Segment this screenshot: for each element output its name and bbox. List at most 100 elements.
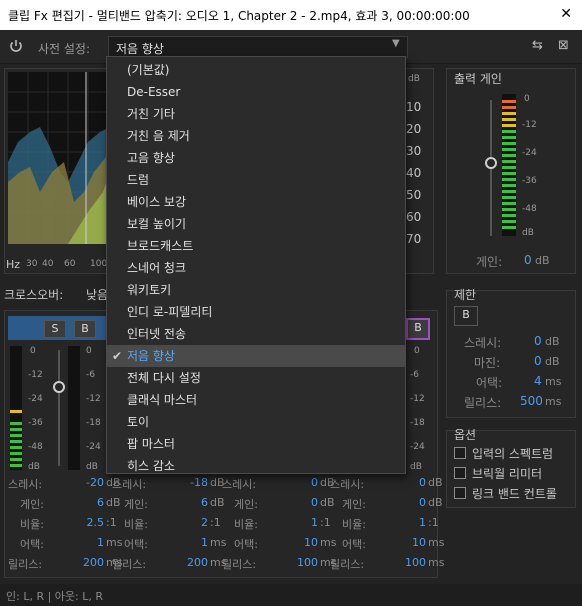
clear-icon[interactable]: ⊠ — [558, 38, 569, 53]
preset-menu-item[interactable]: 베이스 보강 — [107, 191, 405, 213]
band-1-threshold-value[interactable]: -20 — [68, 476, 104, 489]
preset-menu-item[interactable]: De-Esser — [107, 81, 405, 103]
preset-menu-item[interactable]: (기본값) — [107, 59, 405, 81]
band-3-release-value[interactable]: 100 — [282, 556, 318, 569]
output-gain-value[interactable]: 0 — [524, 253, 532, 267]
band-2-attack-unit: ms — [210, 536, 227, 549]
meter-tick: -18 — [410, 418, 425, 428]
meter-tick: -24 — [410, 442, 425, 452]
output-gain-slider[interactable] — [485, 157, 497, 169]
preset-menu-item[interactable]: 히스 감소 — [107, 455, 405, 477]
band-1-meter — [10, 346, 22, 470]
limiter-release-unit: ms — [545, 395, 562, 408]
spectrum-display — [8, 72, 110, 244]
preset-menu-item[interactable]: 전체 다시 설정 — [107, 367, 405, 389]
spectrum-input-checkbox[interactable] — [454, 447, 466, 459]
band-4-release-label: 릴리스: — [330, 558, 365, 571]
routing-icon[interactable]: ⇆ — [532, 38, 543, 53]
options-title: 옵션 — [454, 428, 477, 442]
chevron-down-icon: ▼ — [392, 38, 400, 49]
brickwall-limiter-label: 브릭월 리미터 — [472, 467, 543, 481]
preset-menu-item[interactable]: 인디 로-피델리티 — [107, 301, 405, 323]
limiter-margin-unit: dB — [545, 355, 560, 368]
band-3-threshold-value[interactable]: 0 — [282, 476, 318, 489]
band-1-threshold-slider-track — [58, 350, 60, 466]
db-tick: 10 — [406, 100, 422, 114]
preset-menu-item-label: 워키토키 — [127, 283, 172, 297]
band-4-ratio-value[interactable]: 1 — [390, 516, 426, 529]
preset-menu-item[interactable]: 거친 기타 — [107, 103, 405, 125]
band-1-solo-button[interactable]: S — [44, 320, 66, 338]
meter-tick: -6 — [410, 370, 419, 380]
limiter-title: 제한 — [454, 288, 477, 302]
preset-menu-item-label: 히스 감소 — [127, 459, 175, 473]
limiter-attack-value[interactable]: 4 — [534, 374, 542, 388]
band-1-bypass-button[interactable]: B — [74, 320, 96, 338]
db-tick: 70 — [406, 232, 422, 246]
preset-menu-item-label: 드럼 — [127, 173, 150, 187]
preset-menu-item-label: 팝 마스터 — [127, 437, 175, 451]
preset-menu-item-label: De-Esser — [127, 85, 181, 99]
meter-tick: -18 — [86, 418, 101, 428]
freq-tick: 30 — [26, 259, 38, 269]
crossover-value[interactable]: 낮음 — [86, 286, 108, 303]
preset-menu-item[interactable]: 고음 향상 — [107, 147, 405, 169]
band-1-release-value[interactable]: 200 — [68, 556, 104, 569]
close-icon[interactable]: ✕ — [560, 6, 572, 22]
band-1-attack-value[interactable]: 1 — [68, 536, 104, 549]
band-4-threshold-value[interactable]: 0 — [390, 476, 426, 489]
preset-menu-item[interactable]: 드럼 — [107, 169, 405, 191]
meter-tick: -36 — [28, 418, 43, 428]
band-1-gain-value[interactable]: 6 — [68, 496, 104, 509]
spectrum-input-label: 입력의 스펙트럼 — [472, 447, 554, 461]
preset-menu-item[interactable]: 토이 — [107, 411, 405, 433]
output-tick: 0 — [524, 94, 530, 104]
preset-menu-item-label: (기본값) — [127, 63, 170, 77]
preset-menu-item[interactable]: 스네어 청크 — [107, 257, 405, 279]
hz-label: Hz — [6, 258, 21, 271]
band-3-ratio-value[interactable]: 1 — [282, 516, 318, 529]
band-1-threshold-slider[interactable] — [53, 381, 65, 393]
band-3-threshold-label: 스레시: — [222, 478, 257, 491]
output-tick: dB — [522, 228, 534, 238]
band-1-attack-unit: ms — [106, 536, 123, 549]
band-4-release-value[interactable]: 100 — [390, 556, 426, 569]
preset-menu-item[interactable]: 인터넷 전송 — [107, 323, 405, 345]
band-2-gain-unit: dB — [210, 496, 225, 509]
preset-menu-item[interactable]: 팝 마스터 — [107, 433, 405, 455]
preset-menu-item[interactable]: 워키토키 — [107, 279, 405, 301]
preset-menu-item-label: 저음 향상 — [127, 349, 175, 363]
band-2-gain-value[interactable]: 6 — [172, 496, 208, 509]
limiter-release-value[interactable]: 500 — [520, 394, 543, 408]
preset-menu-item[interactable]: ✔ 저음 향상 — [107, 345, 405, 367]
band-2-threshold-value[interactable]: -18 — [172, 476, 208, 489]
preset-menu-item[interactable]: 브로드캐스트 — [107, 235, 405, 257]
preset-menu-item[interactable]: 거친 음 제거 — [107, 125, 405, 147]
band-4-attack-value[interactable]: 10 — [390, 536, 426, 549]
band-1-gain-meter — [68, 346, 80, 470]
power-icon[interactable] — [8, 38, 24, 54]
limiter-threshold-value[interactable]: 0 — [534, 334, 542, 348]
link-band-checkbox[interactable] — [454, 487, 466, 499]
band-3-attack-value[interactable]: 10 — [282, 536, 318, 549]
limiter-bypass-button[interactable]: B — [454, 306, 478, 326]
output-tick: -36 — [522, 176, 537, 186]
db-tick: 30 — [406, 144, 422, 158]
band-2-threshold-label: 스레시: — [112, 478, 147, 491]
band-4-bypass-button[interactable]: B — [406, 318, 430, 340]
band-4-gain-value[interactable]: 0 — [390, 496, 426, 509]
band-2-ratio-value[interactable]: 2 — [172, 516, 208, 529]
band-2-release-value[interactable]: 200 — [172, 556, 208, 569]
band-1-ratio-value[interactable]: 2.5 — [68, 516, 105, 529]
meter-tick: -12 — [28, 370, 43, 380]
brickwall-limiter-checkbox[interactable] — [454, 467, 466, 479]
band-3-gain-value[interactable]: 0 — [282, 496, 318, 509]
preset-menu-item[interactable]: 보컬 높이기 — [107, 213, 405, 235]
output-tick: -48 — [522, 204, 537, 214]
limiter-release-label: 릴리스: — [464, 396, 502, 410]
preset-menu-item[interactable]: 클래식 마스터 — [107, 389, 405, 411]
meter-tick: -24 — [86, 442, 101, 452]
limiter-margin-value[interactable]: 0 — [534, 354, 542, 368]
band-2-attack-value[interactable]: 1 — [172, 536, 208, 549]
meter-tick: dB — [86, 462, 98, 472]
